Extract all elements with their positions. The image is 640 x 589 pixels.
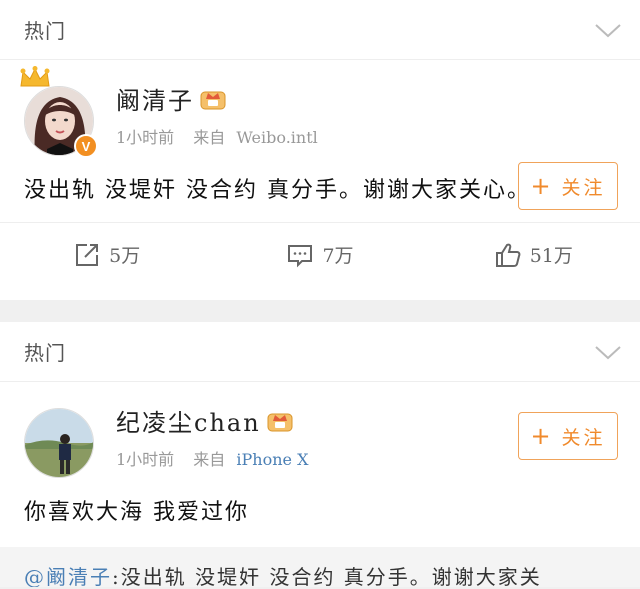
repost-action[interactable]: 5万 <box>0 241 213 269</box>
section-title: 热门 <box>24 341 66 365</box>
source-prefix: 来自 <box>193 450 226 469</box>
follow-label: 关注 <box>561 426 606 449</box>
vip-crown-icon <box>200 91 226 110</box>
crown-icon <box>20 66 50 87</box>
section-gap <box>0 300 640 322</box>
chevron-down-icon[interactable] <box>594 342 622 362</box>
repost-icon <box>76 243 99 266</box>
name-line: 纪凌尘chan <box>116 402 322 438</box>
user-row: V 阚清子 1小时前 来自 Weibo.intl + 关注 <box>20 66 618 210</box>
section-header: 热门 <box>0 0 640 60</box>
username[interactable]: 阚清子 <box>116 81 194 116</box>
plus-icon: + <box>530 422 554 450</box>
avatar-wrap[interactable] <box>24 408 94 478</box>
follow-button[interactable]: + 关注 <box>518 412 618 460</box>
avatar-wrap[interactable]: V <box>20 66 98 158</box>
thumbs-up-icon <box>495 243 521 267</box>
post-time: 1小时前 <box>116 128 175 147</box>
user-info: 阚清子 1小时前 来自 Weibo.intl <box>116 80 332 148</box>
name-line: 阚清子 <box>116 80 332 116</box>
quoted-post[interactable]: @阚清子:没出轨 没堤奸 没合约 真分手。谢谢大家关 <box>0 547 640 587</box>
plus-icon: + <box>530 172 554 200</box>
verified-badge: V <box>74 134 98 158</box>
source-prefix: 来自 <box>193 128 226 147</box>
post-text: 你喜欢大海 我爱过你 <box>24 500 249 525</box>
chevron-down-icon[interactable] <box>594 20 622 40</box>
like-count: 51万 <box>529 245 573 267</box>
comment-icon <box>288 244 313 267</box>
like-action[interactable]: 51万 <box>427 241 640 269</box>
user-row: 纪凌尘chan 1小时前 来自 iPhone X + 关注 <box>24 398 618 482</box>
quoted-mention[interactable]: @阚清子 <box>24 565 112 587</box>
comment-count: 7万 <box>322 245 354 267</box>
post-time: 1小时前 <box>116 450 175 469</box>
quoted-text: :没出轨 没堤奸 没合约 真分手。谢谢大家关 <box>112 565 542 587</box>
username[interactable]: 纪凌尘chan <box>116 403 261 438</box>
user-info: 纪凌尘chan 1小时前 来自 iPhone X <box>116 402 322 470</box>
post-source[interactable]: iPhone X <box>236 450 308 469</box>
post-card: V 阚清子 1小时前 来自 Weibo.intl + 关注 没出轨 没堤奸 没合… <box>0 60 640 222</box>
feed-section-1: 热门 V 阚清子 1小时前 来自 Weibo.intl + 关注 没出轨 没堤奸… <box>0 0 640 300</box>
repost-count: 5万 <box>109 245 141 267</box>
section-header: 热门 <box>0 322 640 382</box>
avatar-image <box>25 409 93 477</box>
feed-section-2: 热门 纪凌尘chan 1小时前 来自 iPhone X + 关注 你喜欢大海 我… <box>0 322 640 547</box>
vip-crown-icon <box>267 413 293 432</box>
post-meta: 1小时前 来自 iPhone X <box>116 446 322 470</box>
comment-action[interactable]: 7万 <box>213 241 426 269</box>
post-meta: 1小时前 来自 Weibo.intl <box>116 124 332 148</box>
section-title: 热门 <box>24 19 66 43</box>
action-bar: 5万 7万 51万 <box>0 222 640 286</box>
post-card: 纪凌尘chan 1小时前 来自 iPhone X + 关注 你喜欢大海 我爱过你 <box>0 382 640 544</box>
follow-label: 关注 <box>561 176 606 199</box>
follow-button[interactable]: + 关注 <box>518 162 618 210</box>
avatar <box>24 408 94 478</box>
post-source: Weibo.intl <box>236 128 318 147</box>
